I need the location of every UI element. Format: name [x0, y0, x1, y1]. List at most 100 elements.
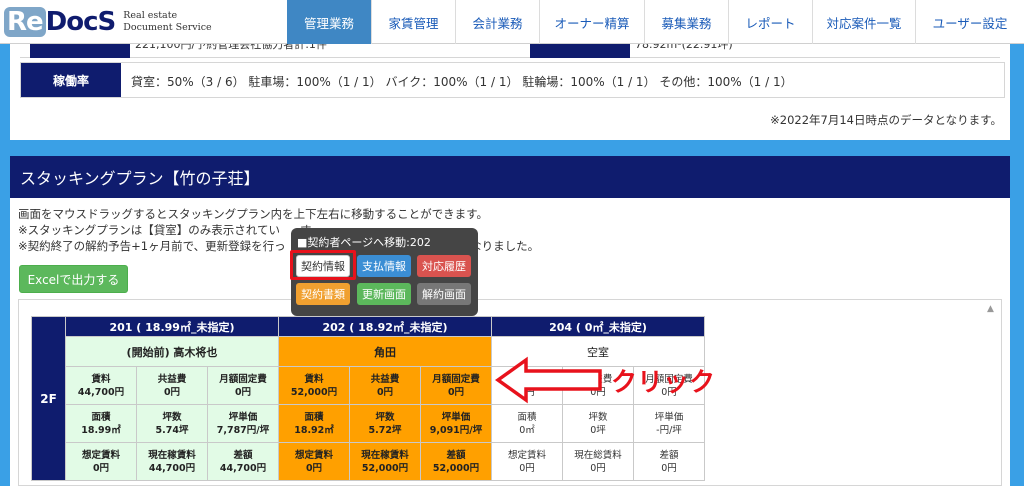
room-201-area: 面積 18.99㎡ — [65, 404, 137, 443]
cell-value: 0円 — [163, 386, 181, 398]
cell-value: 7,787円/坪 — [216, 424, 270, 436]
cell-value: 0円 — [234, 386, 252, 398]
logo-docs: DocS — [45, 7, 117, 37]
cell-label: 想定賃料 — [507, 449, 546, 461]
room-201-unit-price: 坪単価 7,787円/坪 — [207, 404, 279, 443]
occupancy-row: 稼働率 貸室：50%（3 / 6） 駐車場：100%（1 / 1） バイク：10… — [20, 62, 1005, 98]
logo-sub-line1: Real estate — [123, 10, 178, 21]
cell-value: 52,000円 — [290, 386, 338, 398]
cell-value: 44,700円 — [148, 462, 196, 474]
cell-label: 賃料 — [91, 373, 111, 385]
cell-value: 0円 — [447, 386, 465, 398]
room-202-area: 面積 18.92㎡ — [278, 404, 350, 443]
cell-label: 差額 — [659, 449, 679, 461]
logo-mark: Re DocS — [4, 7, 117, 37]
nav-report[interactable]: レポート — [728, 0, 812, 44]
room-204-unit-price: 坪単価 -円/坪 — [633, 404, 705, 443]
stacking-plan-title: スタッキングプラン【竹の子荘】 — [10, 156, 1010, 198]
cell-value: 9,091円/坪 — [429, 424, 483, 436]
payment-info-button[interactable]: 支払情報 — [357, 255, 411, 277]
cell-label: 月額固定費 — [432, 373, 480, 385]
cell-label: 坪単価 — [654, 411, 684, 423]
room-204-assumed-rent: 想定賃料 0円 — [491, 442, 563, 481]
room-header-201[interactable]: 201 ( 18.99㎡_未指定) — [65, 316, 279, 337]
cell-value: 52,000円 — [432, 462, 480, 474]
highlight-box — [290, 250, 356, 280]
note-line-1: 画面をマウスドラッグするとスタッキングプラン内を上下左右に移動することができます… — [18, 207, 488, 221]
cell-label: 坪数 — [162, 411, 182, 423]
cell-label: 面積 — [517, 411, 537, 423]
cell-label: 現在総賃料 — [574, 449, 622, 461]
room-201-tsubo: 坪数 5.74坪 — [136, 404, 208, 443]
redocs-logo[interactable]: Re DocS Real estate Document Service — [4, 3, 212, 41]
cell-label: 坪数 — [375, 411, 395, 423]
cell-value: 44,700円 — [219, 462, 267, 474]
cell-value: 0㎡ — [519, 424, 535, 436]
room-201-current-rent: 現在稼賃料 44,700円 — [136, 442, 208, 481]
floor-label: 2F — [31, 316, 66, 481]
cell-value: -円/坪 — [656, 424, 682, 436]
cancellation-screen-button[interactable]: 解約画面 — [417, 283, 471, 305]
export-excel-button[interactable]: Excelで出力する — [19, 265, 128, 293]
renewal-screen-button[interactable]: 更新画面 — [357, 283, 411, 305]
cell-value: 0円 — [376, 386, 394, 398]
room-202-fixed: 月額固定費 0円 — [420, 366, 492, 405]
nav-rent[interactable]: 家賃管理 — [371, 0, 455, 44]
occupancy-label: 稼働率 — [21, 63, 121, 97]
response-history-button[interactable]: 対応履歴 — [417, 255, 471, 277]
cell-value: 0円 — [92, 462, 110, 474]
top-navigation-bar: Re DocS Real estate Document Service 管理業務… — [0, 0, 1024, 44]
cell-label: 坪単価 — [441, 411, 471, 423]
nav-case-list[interactable]: 対応案件一覧 — [812, 0, 915, 44]
logo-sub-line2: Document Service — [123, 22, 212, 33]
room-202-current-rent: 現在稼賃料 52,000円 — [349, 442, 421, 481]
room-202-difference: 差額 52,000円 — [420, 442, 492, 481]
room-header-204[interactable]: 204 ( 0㎡_未指定) — [491, 316, 705, 337]
popup-title: ■契約者ページへ移動:202 — [297, 236, 431, 249]
room-201-difference: 差額 44,700円 — [207, 442, 279, 481]
cell-value: 0円 — [661, 462, 677, 474]
room-204-difference: 差額 0円 — [633, 442, 705, 481]
cell-value: 5.72坪 — [368, 424, 402, 436]
cell-label: 面積 — [91, 411, 111, 423]
room-202-rent: 賃料 52,000円 — [278, 366, 350, 405]
nav-management[interactable]: 管理業務 — [287, 0, 371, 44]
cell-label: 現在稼賃料 — [361, 449, 409, 461]
property-summary-panel: 221,100円/予約管理会社協力者計:1件 78.92m²(22.91坪) 稼… — [10, 30, 1010, 140]
cell-label: 現在稼賃料 — [148, 449, 196, 461]
tenant-201[interactable]: (開始前) 高木将也 — [65, 336, 279, 367]
data-date-note: ※2022年7月14日時点のデータとなります。 — [770, 113, 1002, 127]
nav-owner-settlement[interactable]: オーナー精算 — [539, 0, 644, 44]
room-201-fixed: 月額固定費 0円 — [207, 366, 279, 405]
main-nav: 管理業務 家賃管理 会計業務 オーナー精算 募集業務 レポート 対応案件一覧 ユ… — [287, 0, 1024, 44]
contract-documents-button[interactable]: 契約書類 — [296, 283, 350, 305]
logo-subtitle: Real estate Document Service — [123, 10, 211, 34]
note-line-2a: ※スタッキングプランは【貸室】のみ表示されてい — [18, 223, 280, 237]
room-201-rent: 賃料 44,700円 — [65, 366, 137, 405]
cell-value: 0円 — [305, 462, 323, 474]
scroll-up-arrow-icon[interactable]: ▲ — [987, 304, 997, 314]
cell-value: 0坪 — [590, 424, 606, 436]
room-202-unit-price: 坪単価 9,091円/坪 — [420, 404, 492, 443]
room-204-current-rent: 現在総賃料 0円 — [562, 442, 634, 481]
cell-label: 差額 — [233, 449, 253, 461]
room-202-tsubo: 坪数 5.72坪 — [349, 404, 421, 443]
cell-value: 52,000円 — [361, 462, 409, 474]
cell-value: 18.99㎡ — [81, 424, 121, 436]
cell-value: 0円 — [519, 462, 535, 474]
cell-value: 5.74坪 — [155, 424, 189, 436]
click-annotation-label: クリック — [611, 368, 716, 398]
cell-label: 面積 — [304, 411, 324, 423]
room-204-tsubo: 坪数 0坪 — [562, 404, 634, 443]
note-line-3a: ※契約終了の解約予告+1ヶ月前で、更新登録を行っ — [18, 239, 286, 253]
cell-label: 差額 — [446, 449, 466, 461]
nav-accounting[interactable]: 会計業務 — [455, 0, 539, 44]
logo-re: Re — [4, 7, 46, 37]
room-header-202[interactable]: 202 ( 18.92㎡_未指定) — [278, 316, 492, 337]
cell-label: 想定賃料 — [294, 449, 333, 461]
occupancy-value: 貸室：50%（3 / 6） 駐車場：100%（1 / 1） バイク：100%（1… — [131, 75, 793, 89]
cell-label: 月額固定費 — [219, 373, 267, 385]
nav-recruitment[interactable]: 募集業務 — [644, 0, 728, 44]
nav-user-settings[interactable]: ユーザー設定 — [915, 0, 1024, 44]
tenant-202[interactable]: 角田 — [278, 336, 492, 367]
